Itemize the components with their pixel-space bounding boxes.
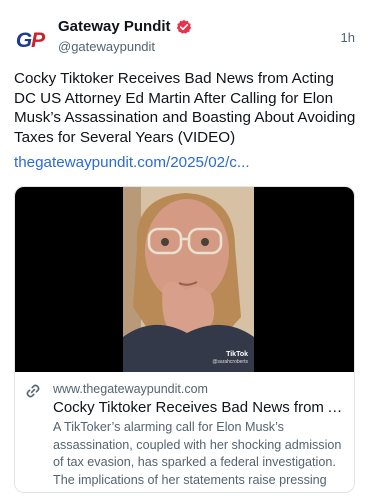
timestamp[interactable]: 1h bbox=[341, 30, 355, 45]
post-link[interactable]: thegatewaypundit.com/2025/02/c... bbox=[14, 154, 250, 171]
name-row: Gateway Pundit bbox=[58, 18, 192, 35]
card-body[interactable]: www.thegatewaypundit.com Cocky Tiktoker … bbox=[15, 372, 354, 492]
avatar-logo-p: P bbox=[31, 29, 45, 52]
post-text: Cocky Tiktoker Receives Bad News from Ac… bbox=[14, 70, 356, 146]
post: GP Gateway Pundit @gatewaypundit 1h Cock… bbox=[0, 0, 369, 500]
card-domain: www.thegatewaypundit.com bbox=[53, 382, 208, 396]
avatar[interactable]: GP bbox=[13, 24, 47, 58]
link-preview-card[interactable]: TikTok @sarahcroberts www.thegatewaypund… bbox=[14, 186, 355, 493]
avatar-logo-g: G bbox=[15, 29, 32, 52]
handle[interactable]: @gatewaypundit bbox=[58, 39, 155, 54]
preview-image[interactable]: TikTok @sarahcroberts bbox=[15, 187, 354, 372]
display-name[interactable]: Gateway Pundit bbox=[58, 18, 171, 35]
card-description: A TikToker’s alarming call for Elon Musk… bbox=[53, 420, 342, 487]
verified-badge-icon bbox=[176, 19, 192, 35]
person-illustration bbox=[123, 187, 254, 372]
link-icon bbox=[25, 383, 41, 399]
video-thumbnail: TikTok @sarahcroberts bbox=[123, 187, 254, 372]
tiktok-logo: TikTok bbox=[226, 351, 248, 358]
tiktok-user: @sarahcroberts bbox=[212, 359, 248, 365]
card-title[interactable]: Cocky Tiktoker Receives Bad News from Ac… bbox=[53, 399, 348, 416]
avatar-logo: GP bbox=[15, 29, 45, 53]
